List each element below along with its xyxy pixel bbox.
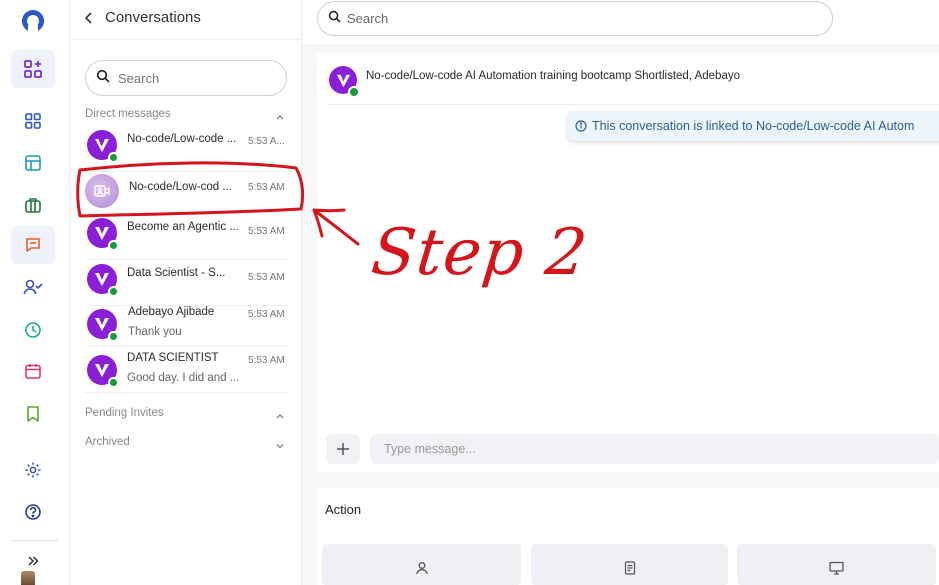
user-icon <box>415 562 428 575</box>
online-status-dot <box>348 86 360 98</box>
pending-invites-label[interactable]: Pending Invites <box>85 407 164 419</box>
annotation-step-label: Step 2 <box>368 216 592 290</box>
panel-header: Conversations <box>70 0 302 40</box>
conversation-name: Become an Agentic ... <box>127 221 239 233</box>
document-action-tile[interactable] <box>531 544 728 585</box>
conversation-item[interactable]: Data Scientist - S... 5:53 AM <box>85 260 290 306</box>
profile-action-tile[interactable] <box>322 544 521 585</box>
chevron-down-icon[interactable] <box>275 438 285 456</box>
conversation-search-input[interactable] <box>118 70 268 86</box>
rail-divider <box>12 540 58 541</box>
dashboard-icon[interactable] <box>12 102 54 140</box>
conversation-time: 5:53 AM <box>248 272 285 283</box>
user-avatar[interactable] <box>21 571 35 585</box>
document-icon <box>624 561 635 575</box>
chevron-up-icon[interactable] <box>275 408 285 426</box>
apps-add-icon[interactable] <box>11 50 55 88</box>
conversation-name: Data Scientist - S... <box>127 267 226 279</box>
online-status-dot <box>108 240 119 251</box>
bookmark-icon[interactable] <box>12 395 54 433</box>
icon-rail <box>0 0 70 585</box>
global-search[interactable] <box>317 1 833 36</box>
conversation-item[interactable]: DATA SCIENTIST 5:53 AM Good day. I did a… <box>85 347 290 393</box>
conversation-item-selected[interactable]: No-code/Low-cod ... 5:53 AM <box>85 172 290 218</box>
settings-gear-icon[interactable] <box>12 451 54 489</box>
conversation-item[interactable]: No-code/Low-code ... 5:53 A... <box>85 126 290 172</box>
monitor-icon <box>829 561 844 575</box>
app-logo-icon[interactable] <box>12 2 54 40</box>
chat-title: No-code/Low-code AI Automation training … <box>366 70 740 82</box>
briefcase-icon[interactable] <box>12 186 54 224</box>
conversation-time: 5:53 AM <box>248 226 285 237</box>
panel-title: Conversations <box>105 9 201 26</box>
conversation-item[interactable]: Adebayo Ajibade 5:53 AM Thank you <box>85 301 290 347</box>
conversation-time: 5:53 AM <box>248 309 285 320</box>
online-status-dot <box>108 152 119 163</box>
conversation-name: Adebayo Ajibade <box>128 306 215 318</box>
conversation-time: 5:53 AM <box>248 182 285 193</box>
screen-action-tile[interactable] <box>737 544 936 585</box>
archived-label[interactable]: Archived <box>85 436 130 448</box>
user-check-icon[interactable] <box>12 268 54 306</box>
conversation-name: No-code/Low-cod ... <box>129 181 232 193</box>
chat-icon[interactable] <box>11 226 55 264</box>
back-chevron-icon[interactable] <box>83 11 95 30</box>
global-search-input[interactable] <box>347 11 807 26</box>
layout-icon[interactable] <box>12 144 54 182</box>
linked-note-text: This conversation is linked to No-code/L… <box>592 119 915 133</box>
search-icon <box>328 10 341 28</box>
message-input[interactable] <box>384 442 924 456</box>
attach-plus-button[interactable] <box>326 434 360 464</box>
plus-icon <box>337 443 349 455</box>
conversation-time: 5:53 A... <box>248 136 285 147</box>
conversation-name: No-code/Low-code ... <box>127 133 237 145</box>
chat-header: No-code/Low-code AI Automation training … <box>327 53 939 105</box>
conversation-name: DATA SCIENTIST <box>127 352 219 364</box>
conversations-panel: Conversations Direct messages No-code/Lo… <box>70 0 302 585</box>
direct-messages-label[interactable]: Direct messages <box>85 108 171 120</box>
online-status-dot <box>108 377 119 388</box>
conversation-search[interactable] <box>85 60 287 96</box>
search-icon <box>96 69 110 88</box>
chevron-up-icon[interactable] <box>275 109 285 127</box>
help-icon[interactable] <box>12 493 54 531</box>
info-icon <box>575 120 587 132</box>
linked-conversation-notice: This conversation is linked to No-code/L… <box>567 111 939 141</box>
conversation-preview: Good day. I did and ... <box>127 372 240 384</box>
action-panel: Action <box>317 488 939 585</box>
conversation-preview: Thank you <box>128 326 182 338</box>
clock-icon[interactable] <box>12 311 54 349</box>
conversation-item[interactable]: Become an Agentic ... 5:53 AM <box>85 214 290 260</box>
online-status-dot <box>108 286 119 297</box>
action-title: Action <box>325 502 362 517</box>
calendar-icon[interactable] <box>12 352 54 390</box>
conversation-time: 5:53 AM <box>248 355 285 366</box>
online-status-dot <box>108 331 119 342</box>
message-composer[interactable] <box>370 434 939 464</box>
video-placeholder-avatar <box>85 174 119 208</box>
